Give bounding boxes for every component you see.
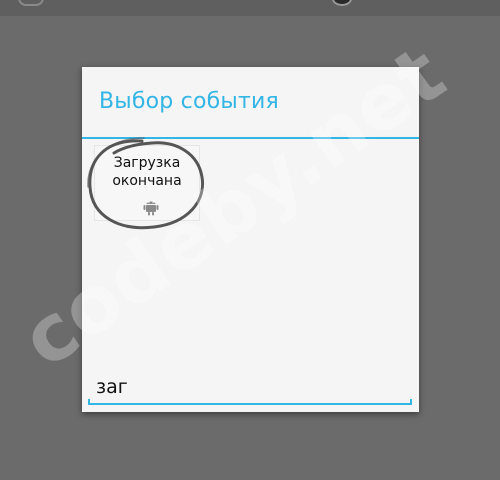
search-input[interactable]	[88, 372, 420, 402]
event-label: Загрузка оконча­на	[112, 155, 182, 189]
status-left-icon	[18, 0, 44, 6]
dialog-title: Выбор события	[99, 89, 279, 114]
screen: Выбор события Загрузка оконча­на codeby.…	[0, 0, 500, 480]
android-icon	[143, 201, 159, 216]
title-divider	[82, 137, 419, 139]
search-input-underline	[88, 399, 412, 405]
status-right-icon	[332, 0, 352, 6]
event-picker-dialog: Выбор события Загрузка оконча­на	[82, 67, 420, 412]
event-tile-download-complete[interactable]: Загрузка оконча­на	[94, 145, 200, 221]
status-bar	[0, 0, 500, 16]
